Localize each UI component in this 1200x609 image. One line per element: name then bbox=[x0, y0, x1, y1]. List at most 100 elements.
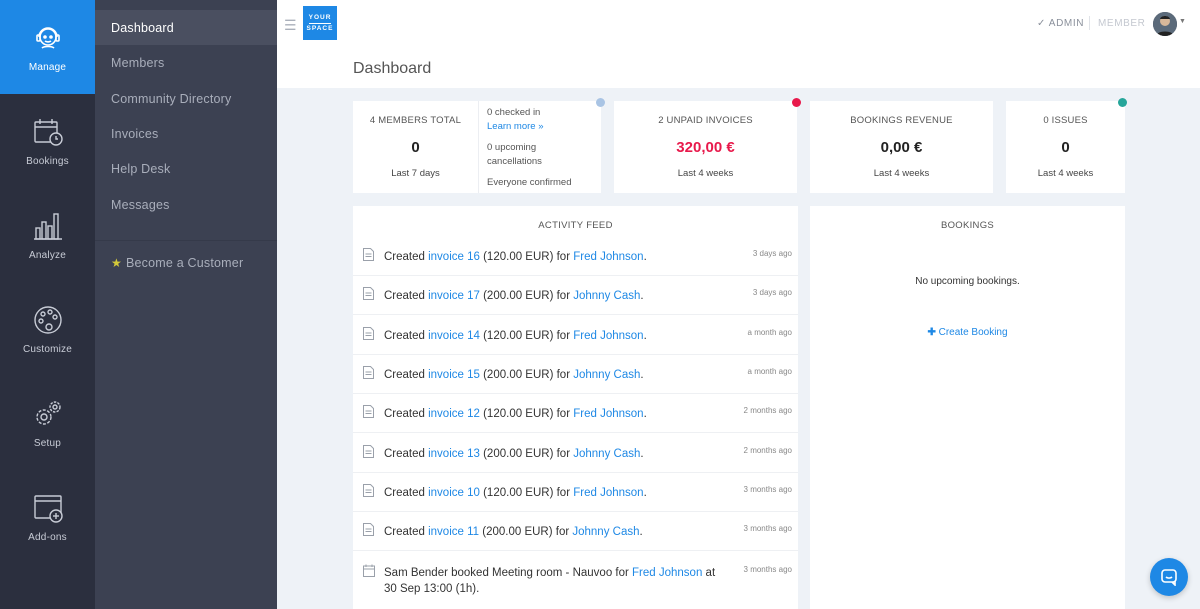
invoice-link[interactable]: invoice 17 bbox=[428, 290, 480, 302]
bar-chart-icon bbox=[33, 212, 62, 240]
member-link[interactable]: Johnny Cash bbox=[573, 448, 640, 460]
document-icon bbox=[363, 287, 374, 301]
page-title: Dashboard bbox=[353, 60, 432, 77]
feed-row: Created invoice 11 (200.00 EUR) for John… bbox=[353, 512, 798, 552]
member-link[interactable]: Fred Johnson bbox=[573, 330, 643, 342]
invoice-link[interactable]: invoice 13 bbox=[428, 448, 480, 460]
feed-text-mid: (120.00 EUR) for bbox=[479, 486, 574, 499]
document-icon bbox=[363, 483, 374, 497]
learn-more-link[interactable]: Learn more » bbox=[487, 120, 544, 134]
avatar[interactable] bbox=[1153, 12, 1177, 36]
members-stat-card: 4 MEMBERS TOTAL 0 Last 7 days 0 checked … bbox=[353, 98, 605, 193]
feed-row-time: 3 days ago bbox=[752, 288, 792, 298]
role-member-toggle[interactable]: MEMBER bbox=[1098, 18, 1146, 29]
chevron-down-icon[interactable]: ▼ bbox=[1179, 18, 1186, 25]
member-link[interactable]: Fred Johnson bbox=[632, 567, 702, 579]
feed-row-time: 3 months ago bbox=[743, 484, 792, 494]
feed-text-pre: Created bbox=[384, 486, 429, 499]
subnav-item-messages[interactable]: Messages bbox=[95, 187, 277, 222]
invoice-link[interactable]: invoice 12 bbox=[428, 408, 480, 420]
invoice-link[interactable]: invoice 14 bbox=[428, 330, 480, 342]
member-link[interactable]: Johnny Cash bbox=[573, 290, 640, 302]
cancellations-line-2: cancellations bbox=[487, 156, 542, 167]
feed-row: Created invoice 10 (120.00 EUR) for Fred… bbox=[353, 473, 798, 512]
invoice-link[interactable]: invoice 16 bbox=[428, 251, 480, 263]
subnav-item-members[interactable]: Members bbox=[95, 45, 277, 80]
invoice-link[interactable]: invoice 10 bbox=[428, 487, 480, 499]
hamburger-menu-icon[interactable]: ☰ bbox=[284, 17, 297, 34]
rail-item-customize[interactable]: Customize bbox=[0, 282, 95, 376]
issues-stat-card[interactable]: 0 ISSUES 0 Last 4 weeks bbox=[1006, 98, 1127, 193]
activity-feed-panel: ACTIVITY FEED Created invoice 16 (120.00… bbox=[353, 206, 798, 609]
create-booking-button[interactable]: ✚ Create Booking bbox=[810, 327, 1125, 338]
invoice-link[interactable]: invoice 11 bbox=[428, 526, 479, 538]
feed-text-mid: (120.00 EUR) for bbox=[479, 329, 574, 342]
everyone-confirmed-text: Everyone confirmed bbox=[487, 177, 572, 188]
members-period: Last 7 days bbox=[391, 168, 440, 179]
learn-more-anchor[interactable]: Learn more » bbox=[487, 121, 544, 132]
subnav-item-community-directory[interactable]: Community Directory bbox=[95, 81, 277, 116]
feed-text-pre: Created bbox=[384, 251, 429, 263]
feed-text-mid: (120.00 EUR) for bbox=[479, 408, 574, 421]
document-icon bbox=[363, 405, 374, 419]
bookings-revenue-label: BOOKINGS REVENUE bbox=[850, 115, 953, 126]
feed-text-mid: (200.00 EUR) for bbox=[479, 290, 574, 303]
subnav-item-help-desk[interactable]: Help Desk bbox=[95, 151, 277, 186]
top-header: ☰ YOUR SPACE Dashboard ✓ ADMIN MEMBER ▼ bbox=[277, 0, 1200, 88]
rail-item-manage[interactable]: Manage bbox=[0, 0, 95, 94]
issues-value: 0 bbox=[1061, 139, 1070, 156]
booking-text-pre: Sam Bender booked Meeting room - Nauvoo … bbox=[384, 567, 633, 579]
member-link[interactable]: Fred Johnson bbox=[573, 408, 643, 420]
revenue-stat-card[interactable]: BOOKINGS REVENUE 0,00 € Last 4 weeks bbox=[810, 101, 993, 193]
feed-row-time: 3 months ago bbox=[743, 565, 792, 574]
rail-item-bookings[interactable]: Bookings bbox=[0, 94, 95, 188]
feed-text-post: . bbox=[639, 526, 643, 539]
rail-label: Manage bbox=[28, 61, 67, 73]
feed-row-time: 2 months ago bbox=[743, 445, 792, 455]
feed-text-mid: (200.00 EUR) for bbox=[479, 526, 573, 539]
revenue-period: Last 4 weeks bbox=[873, 168, 930, 179]
feed-row-text: Created invoice 13 (200.00 EUR) for John… bbox=[384, 446, 724, 462]
invoice-link[interactable]: invoice 15 bbox=[428, 369, 480, 381]
feed-text-pre: Created bbox=[384, 329, 429, 342]
rail-item-setup[interactable]: Setup bbox=[0, 376, 95, 470]
checked-in-text: 0 checked in bbox=[487, 107, 541, 118]
member-link[interactable]: Fred Johnson bbox=[573, 251, 643, 263]
role-admin-toggle[interactable]: ✓ ADMIN bbox=[1037, 18, 1084, 29]
subnav-item-dashboard[interactable]: Dashboard bbox=[95, 10, 277, 45]
logo-line-2: SPACE bbox=[306, 25, 334, 32]
document-icon bbox=[363, 248, 374, 261]
feed-row-text: Sam Bender booked Meeting room - Nauvoo … bbox=[384, 565, 724, 597]
member-link[interactable]: Johnny Cash bbox=[572, 526, 639, 538]
gears-icon bbox=[35, 400, 61, 425]
create-booking-label: Create Booking bbox=[938, 327, 1008, 338]
feed-text-mid: (120.00 EUR) for bbox=[479, 251, 574, 263]
members-total-label: 4 MEMBERS TOTAL bbox=[369, 115, 462, 126]
rail-item-analyze[interactable]: Analyze bbox=[0, 188, 95, 282]
feed-row-time: 2 months ago bbox=[743, 406, 792, 416]
feed-row-time: a month ago bbox=[747, 327, 792, 337]
bookings-title: BOOKINGS bbox=[940, 220, 995, 231]
member-link[interactable]: Fred Johnson bbox=[573, 487, 643, 499]
logo-line-1: YOUR bbox=[308, 13, 332, 24]
feed-row: Created invoice 16 (120.00 EUR) for Fred… bbox=[353, 237, 798, 276]
subnav-item-invoices[interactable]: Invoices bbox=[95, 116, 277, 151]
rail-item-addons[interactable]: Add-ons bbox=[0, 470, 95, 564]
main-rail: Manage Bookings Analyze Customize Setup … bbox=[0, 0, 95, 609]
feed-row-time: a month ago bbox=[747, 366, 792, 376]
member-link[interactable]: Johnny Cash bbox=[573, 369, 640, 381]
become-customer-link[interactable]: ★ Become a Customer bbox=[95, 245, 277, 280]
chat-bubble-icon bbox=[1161, 569, 1177, 586]
invoices-stat-card[interactable]: 2 UNPAID INVOICES 320,00 € Last 4 weeks bbox=[614, 98, 801, 193]
feed-row-text: Created invoice 10 (120.00 EUR) for Fred… bbox=[384, 485, 724, 501]
feed-row-text: Created invoice 12 (120.00 EUR) for Fred… bbox=[384, 406, 724, 422]
rail-label: Bookings bbox=[26, 155, 69, 167]
star-icon: ★ bbox=[111, 255, 122, 270]
invoices-period: Last 4 weeks bbox=[677, 168, 734, 179]
role-separator bbox=[1089, 16, 1090, 30]
status-dot bbox=[596, 98, 605, 107]
chat-launcher-button[interactable] bbox=[1150, 558, 1188, 596]
feed-text-post: . bbox=[643, 486, 647, 499]
your-space-logo[interactable]: YOUR SPACE bbox=[303, 6, 337, 40]
rail-label: Setup bbox=[33, 437, 62, 449]
